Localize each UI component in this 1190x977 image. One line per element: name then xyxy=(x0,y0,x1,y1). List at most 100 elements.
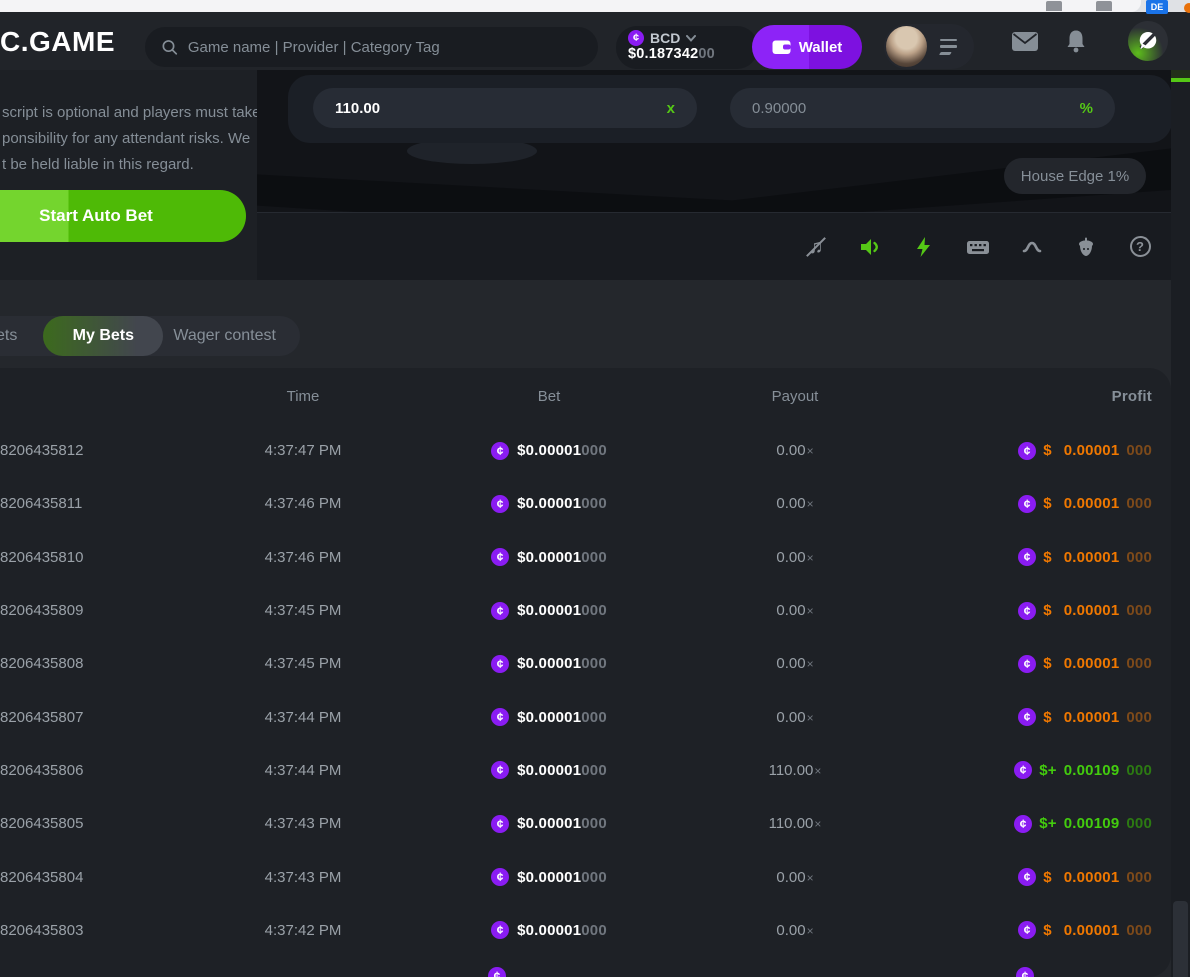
bcd-coin-icon: ¢ xyxy=(491,442,509,460)
browser-extension-icon[interactable] xyxy=(1046,1,1062,11)
profile-menu[interactable] xyxy=(884,24,974,69)
support-chat-button[interactable] xyxy=(1128,21,1168,61)
music-off-icon[interactable]: ♫ xyxy=(804,235,828,259)
seed-icon[interactable] xyxy=(1074,235,1098,259)
browser-extension-icon[interactable] xyxy=(1096,1,1112,11)
bet-amount: ¢ $0.00001000 xyxy=(426,815,672,833)
bcd-coin-icon: ¢ xyxy=(491,708,509,726)
bet-row[interactable]: 8206435807 4:37:44 PM ¢ $0.00001000 0.00… xyxy=(0,690,1171,743)
bet-profit: ¢ $0.00001000 xyxy=(918,921,1152,939)
bet-row[interactable]: 8206435810 4:37:46 PM ¢ $0.00001000 0.00… xyxy=(0,531,1171,584)
bet-time: 4:37:46 PM xyxy=(180,495,426,512)
bet-profit: ¢ $0.00001000 xyxy=(918,548,1152,566)
col-payout: Payout xyxy=(672,388,918,405)
win-chance-field[interactable]: % xyxy=(730,88,1115,128)
bet-id: 8206435810 xyxy=(0,549,180,566)
bcd-coin-icon: ¢ xyxy=(491,815,509,833)
bet-row[interactable]: 8206435805 4:37:43 PM ¢ $0.00001000 110.… xyxy=(0,797,1171,850)
bet-row[interactable]: 8206435804 4:37:43 PM ¢ $0.00001000 0.00… xyxy=(0,850,1171,903)
house-edge-badge: House Edge 1% xyxy=(1004,158,1146,194)
wallet-button[interactable]: Wallet xyxy=(752,25,862,69)
bet-row[interactable]: 8206435811 4:37:46 PM ¢ $0.00001000 0.00… xyxy=(0,477,1171,530)
bell-icon xyxy=(1065,29,1087,53)
browser-profile-icon[interactable] xyxy=(1184,3,1190,13)
chevron-down-icon xyxy=(686,35,696,42)
bet-amount: ¢ $0.00001000 xyxy=(426,708,672,726)
mail-icon xyxy=(1012,32,1038,51)
bcd-coin-icon: ¢ xyxy=(1018,655,1036,673)
help-icon[interactable]: ? xyxy=(1128,235,1152,259)
notifications-button[interactable] xyxy=(1064,12,1088,70)
payout-input[interactable] xyxy=(335,100,659,117)
game-toolbar: ♫ xyxy=(257,212,1171,280)
payout-field[interactable]: x xyxy=(313,88,697,128)
currency-selector[interactable]: ¢ BCD $0.18734200 xyxy=(616,26,758,69)
avatar[interactable] xyxy=(886,26,927,67)
bet-row[interactable]: 8206435803 4:37:42 PM ¢ $0.00001000 0.00… xyxy=(0,904,1171,957)
bcd-coin-icon: ¢ xyxy=(491,655,509,673)
bet-profit: ¢ $0.00001000 xyxy=(918,442,1152,460)
tab-my-bets[interactable]: My Bets xyxy=(43,316,163,356)
live-stats-icon[interactable] xyxy=(1020,235,1044,259)
bcd-coin-icon: ¢ xyxy=(1016,967,1034,977)
search-input[interactable] xyxy=(188,39,582,56)
page-scrollbar[interactable] xyxy=(1171,70,1190,977)
bet-id: 8206435809 xyxy=(0,602,180,619)
bet-amount: ¢ $0.00001000 xyxy=(426,868,672,886)
locale-badge[interactable]: DE xyxy=(1146,0,1168,14)
bet-time: 4:37:45 PM xyxy=(180,602,426,619)
site-logo[interactable]: C.GAME xyxy=(0,26,115,58)
bcd-coin-icon: ¢ xyxy=(628,30,644,46)
bet-amount: ¢ $0.00001000 xyxy=(426,602,672,620)
bcd-coin-icon: ¢ xyxy=(1014,761,1032,779)
bet-profit: ¢ $0.00001000 xyxy=(918,495,1152,513)
bets-table-body: 8206435812 4:37:47 PM ¢ $0.00001000 0.00… xyxy=(0,424,1171,957)
currency-code: BCD xyxy=(650,30,680,46)
sound-icon[interactable] xyxy=(858,235,882,259)
bcd-coin-icon: ¢ xyxy=(488,967,506,977)
bcd-coin-icon: ¢ xyxy=(491,921,509,939)
bet-id: 8206435812 xyxy=(0,442,180,459)
bcd-coin-icon: ¢ xyxy=(1018,921,1036,939)
bet-amount: ¢ $0.00001000 xyxy=(426,442,672,460)
multiplier-x-icon: x xyxy=(667,100,675,117)
bet-row[interactable]: 8206435806 4:37:44 PM ¢ $0.00001000 110.… xyxy=(0,744,1171,797)
messages-button[interactable] xyxy=(1012,12,1038,70)
bet-payout: 0.00× xyxy=(672,709,918,726)
win-chance-input[interactable] xyxy=(752,100,1072,117)
bcd-coin-icon: ¢ xyxy=(1018,868,1036,886)
start-auto-bet-button[interactable]: Start Auto Bet xyxy=(0,190,246,242)
bcd-coin-icon: ¢ xyxy=(1018,602,1036,620)
scrollbar-thumb[interactable] xyxy=(1173,901,1188,977)
chat-bubble-icon xyxy=(1133,26,1163,56)
bet-time: 4:37:47 PM xyxy=(180,442,426,459)
table-header-row: Time Bet Payout Profit xyxy=(0,368,1171,424)
bet-payout: 110.00× xyxy=(672,815,918,832)
bcd-coin-icon: ¢ xyxy=(1014,815,1032,833)
bet-payout: 0.00× xyxy=(672,549,918,566)
bcd-coin-icon: ¢ xyxy=(1018,708,1036,726)
scrollbar-thumb-green[interactable] xyxy=(1171,78,1190,82)
tab-all-bets[interactable]: ets xyxy=(0,327,17,345)
bet-row[interactable]: 8206435808 4:37:45 PM ¢ $0.00001000 0.00… xyxy=(0,637,1171,690)
bet-id: 8206435808 xyxy=(0,655,180,672)
game-area: x % House Edge 1% ♫ xyxy=(257,70,1171,280)
bet-controls-card: x % xyxy=(288,75,1171,143)
tab-wager-contest[interactable]: Wager contest xyxy=(173,327,276,345)
bet-time: 4:37:43 PM xyxy=(180,815,426,832)
bet-row[interactable]: 8206435812 4:37:47 PM ¢ $0.00001000 0.00… xyxy=(0,424,1171,477)
bet-time: 4:37:45 PM xyxy=(180,655,426,672)
game-search-bar[interactable] xyxy=(145,27,598,67)
bcd-coin-icon: ¢ xyxy=(491,602,509,620)
bet-row[interactable]: 8206435809 4:37:45 PM ¢ $0.00001000 0.00… xyxy=(0,584,1171,637)
bcd-coin-icon: ¢ xyxy=(491,495,509,513)
bet-profit: ¢ $0.00001000 xyxy=(918,868,1152,886)
bets-section: ets My Bets Wager contest Time Bet Payou… xyxy=(0,280,1171,977)
hotkeys-icon[interactable] xyxy=(966,235,990,259)
bcd-coin-icon: ¢ xyxy=(1018,548,1036,566)
browser-toolbar-white xyxy=(0,0,1141,12)
bets-tabbar: ets My Bets Wager contest xyxy=(0,316,300,356)
turbo-icon[interactable] xyxy=(912,235,936,259)
bet-profit: ¢ $+0.00109000 xyxy=(918,761,1152,779)
bcd-coin-icon: ¢ xyxy=(1018,442,1036,460)
